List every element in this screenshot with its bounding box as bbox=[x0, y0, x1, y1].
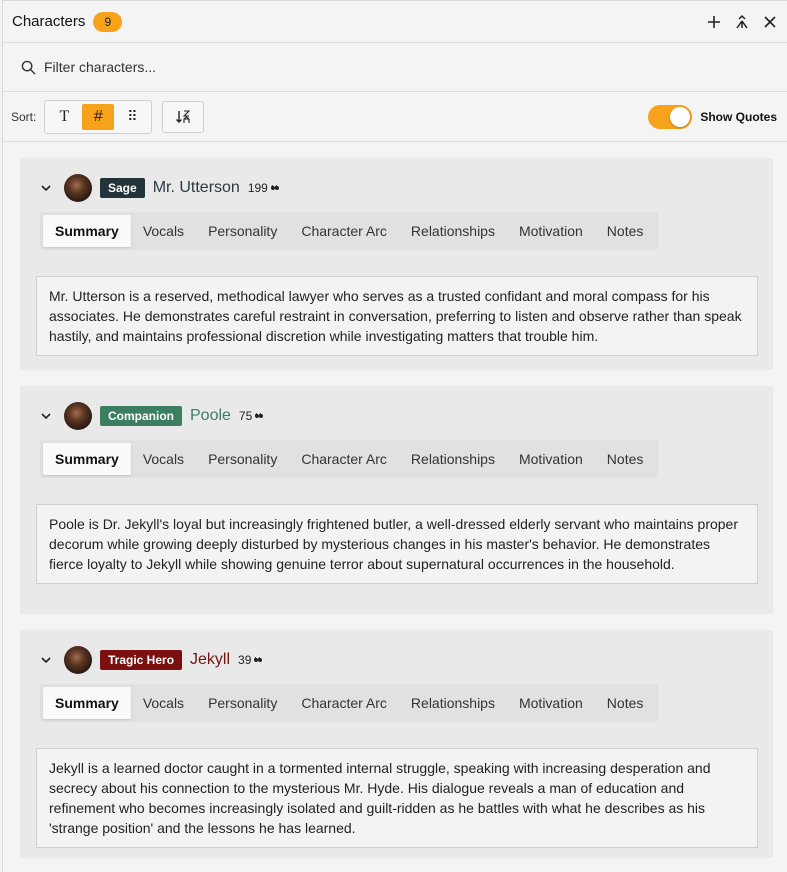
character-card-header: Sage Mr. Utterson 199 bbox=[20, 173, 773, 203]
character-card: Sage Mr. Utterson 199 Summary Vocals Per… bbox=[20, 158, 773, 370]
characters-panel: Characters 9 Sort: T # ⠿ S bbox=[2, 0, 787, 872]
tab-notes[interactable]: Notes bbox=[595, 443, 656, 475]
character-tabs: Summary Vocals Personality Character Arc… bbox=[40, 212, 659, 250]
panel-title: Characters bbox=[12, 13, 86, 30]
sort-by-custom-button[interactable]: ⠿ bbox=[116, 104, 148, 130]
role-badge: Tragic Hero bbox=[100, 650, 183, 670]
show-quotes-label: Show Quotes bbox=[700, 109, 777, 124]
tab-personality[interactable]: Personality bbox=[196, 443, 289, 475]
character-count-badge: 9 bbox=[93, 11, 123, 32]
quote-icon bbox=[255, 413, 264, 418]
character-summary: Mr. Utterson is a reserved, methodical l… bbox=[36, 276, 758, 356]
tab-vocals[interactable]: Vocals bbox=[131, 215, 196, 247]
tab-motivation[interactable]: Motivation bbox=[507, 443, 595, 475]
toggle-knob bbox=[670, 106, 691, 127]
merge-icon[interactable] bbox=[734, 14, 750, 30]
close-icon[interactable] bbox=[762, 14, 778, 30]
tab-character-arc[interactable]: Character Arc bbox=[289, 687, 399, 719]
character-tabs: Summary Vocals Personality Character Arc… bbox=[40, 440, 659, 478]
character-card-header: Companion Poole 75 bbox=[20, 401, 773, 431]
character-summary: Poole is Dr. Jekyll's loyal but increasi… bbox=[36, 504, 758, 584]
avatar bbox=[64, 646, 92, 674]
tab-relationships[interactable]: Relationships bbox=[399, 215, 507, 247]
tab-summary[interactable]: Summary bbox=[43, 687, 131, 719]
show-quotes-toggle-wrap: Show Quotes bbox=[648, 104, 779, 129]
quote-count: 75 bbox=[238, 409, 264, 423]
quote-icon bbox=[270, 185, 279, 190]
tab-notes[interactable]: Notes bbox=[595, 687, 656, 719]
tab-character-arc[interactable]: Character Arc bbox=[289, 443, 399, 475]
tab-notes[interactable]: Notes bbox=[595, 215, 656, 247]
role-badge: Companion bbox=[100, 406, 182, 426]
chevron-down-icon[interactable] bbox=[40, 182, 52, 194]
tab-relationships[interactable]: Relationships bbox=[399, 443, 507, 475]
character-tabs: Summary Vocals Personality Character Arc… bbox=[40, 684, 659, 722]
tab-relationships[interactable]: Relationships bbox=[399, 687, 507, 719]
role-badge: Sage bbox=[100, 178, 145, 198]
filter-characters-input[interactable] bbox=[44, 59, 644, 75]
tab-vocals[interactable]: Vocals bbox=[131, 443, 196, 475]
chevron-down-icon[interactable] bbox=[40, 410, 52, 422]
plus-icon[interactable] bbox=[706, 14, 722, 30]
quote-count: 39 bbox=[238, 653, 263, 667]
show-quotes-toggle[interactable] bbox=[648, 104, 693, 129]
tab-motivation[interactable]: Motivation bbox=[507, 215, 595, 247]
character-card-header: Tragic Hero Jekyll 39 bbox=[20, 645, 773, 675]
tab-character-arc[interactable]: Character Arc bbox=[289, 215, 399, 247]
quote-icon bbox=[254, 657, 263, 662]
search-row bbox=[3, 43, 787, 92]
sort-direction-icon bbox=[176, 109, 191, 123]
quote-count: 199 bbox=[248, 181, 279, 195]
character-card: Tragic Hero Jekyll 39 Summary Vocals Per… bbox=[20, 630, 773, 858]
tab-summary[interactable]: Summary bbox=[43, 443, 131, 475]
character-name[interactable]: Jekyll bbox=[190, 651, 230, 669]
character-name[interactable]: Poole bbox=[190, 407, 231, 425]
tab-summary[interactable]: Summary bbox=[43, 215, 131, 247]
quote-count-value: 199 bbox=[247, 181, 268, 195]
sort-by-name-button[interactable]: T bbox=[48, 104, 80, 130]
chevron-down-icon[interactable] bbox=[40, 654, 52, 666]
tab-personality[interactable]: Personality bbox=[196, 215, 289, 247]
quote-count-value: 39 bbox=[238, 653, 252, 667]
character-summary: Jekyll is a learned doctor caught in a t… bbox=[36, 748, 758, 848]
character-card: Companion Poole 75 Summary Vocals Person… bbox=[20, 386, 773, 614]
tab-vocals[interactable]: Vocals bbox=[131, 687, 196, 719]
panel-header: Characters 9 bbox=[3, 1, 787, 43]
sort-row: Sort: T # ⠿ Show Quotes bbox=[3, 92, 787, 142]
sort-mode-group: T # ⠿ bbox=[44, 99, 153, 134]
tab-personality[interactable]: Personality bbox=[196, 687, 289, 719]
avatar bbox=[64, 402, 92, 430]
sort-by-count-button[interactable]: # bbox=[82, 103, 115, 130]
character-name[interactable]: Mr. Utterson bbox=[153, 179, 240, 197]
avatar bbox=[64, 174, 92, 202]
sort-direction-button[interactable] bbox=[162, 100, 205, 133]
tab-motivation[interactable]: Motivation bbox=[507, 687, 595, 719]
sort-label: Sort: bbox=[11, 109, 37, 124]
search-icon bbox=[21, 60, 36, 75]
quote-count-value: 75 bbox=[238, 409, 253, 423]
header-actions bbox=[706, 14, 778, 30]
